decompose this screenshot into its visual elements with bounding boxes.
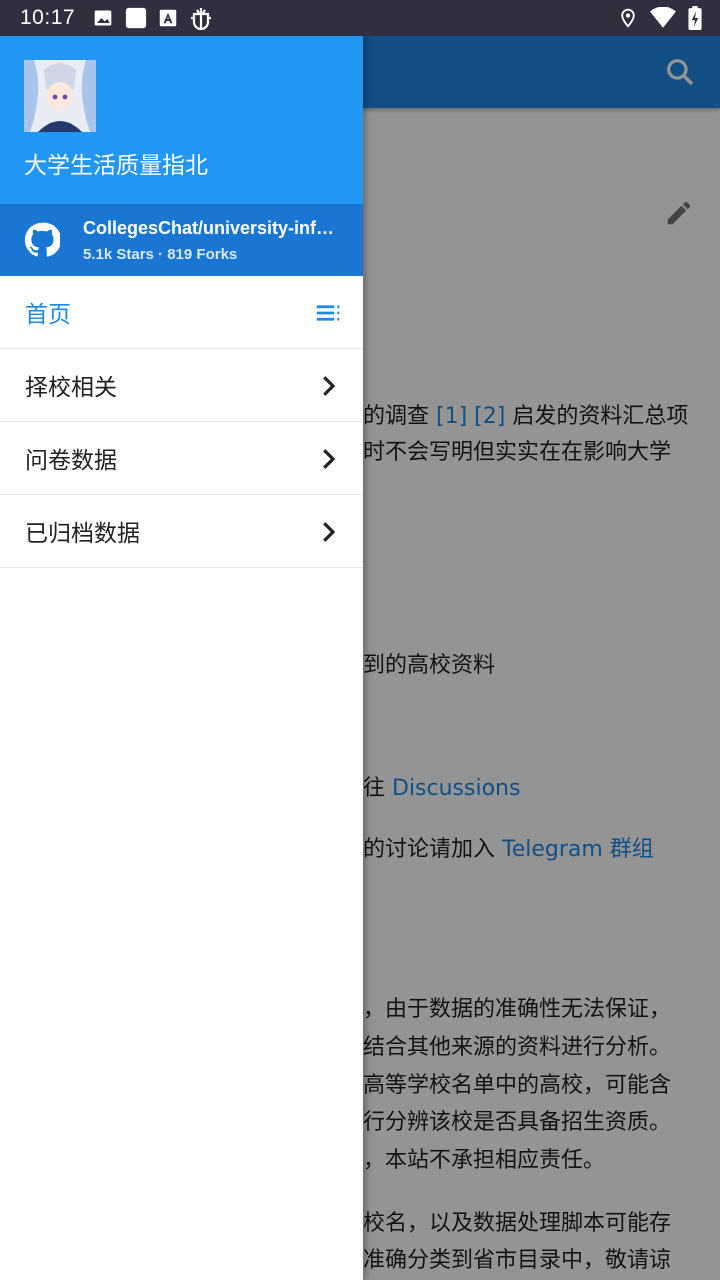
battery-charging-icon — [688, 6, 702, 30]
nav-item-label: 问卷数据 — [25, 448, 117, 474]
site-title: 大学生活质量指北 — [24, 153, 208, 179]
notification-square-icon — [125, 7, 147, 29]
status-notification-icons — [93, 6, 213, 30]
drawer-nav: 首页 择校相关 问卷数据 已归档数据 — [0, 276, 363, 568]
status-system-icons — [618, 6, 702, 30]
nav-item-label: 已归档数据 — [25, 521, 140, 547]
nav-item-home[interactable]: 首页 — [0, 276, 363, 349]
nav-item-archived-data[interactable]: 已归档数据 — [0, 495, 363, 568]
avatar — [24, 60, 96, 132]
wifi-icon — [650, 7, 676, 28]
nav-item-school-selection[interactable]: 择校相关 — [0, 349, 363, 422]
github-icon — [24, 222, 60, 257]
font-icon — [159, 9, 177, 27]
repo-link[interactable]: CollegesChat/university-information 5.1k… — [0, 204, 363, 276]
status-bar: 10:17 — [0, 0, 720, 36]
repo-stats: 5.1k Stars · 819 Forks — [83, 246, 238, 263]
chevron-right-icon — [323, 449, 336, 469]
repo-name: CollegesChat/university-information — [83, 218, 343, 238]
chevron-right-icon — [323, 376, 336, 396]
location-icon — [621, 8, 635, 28]
nav-item-label: 首页 — [25, 302, 71, 328]
avatar-image — [24, 60, 96, 132]
image-icon — [94, 10, 112, 26]
status-time: 10:17 — [20, 6, 76, 29]
drawer-header: 大学生活质量指北 — [0, 36, 363, 204]
toc-list-icon[interactable] — [313, 298, 343, 328]
bug-icon — [191, 8, 212, 30]
nav-item-label: 择校相关 — [25, 375, 117, 401]
navigation-drawer: 大学生活质量指北 CollegesChat/university-informa… — [0, 36, 363, 1280]
nav-item-survey-data[interactable]: 问卷数据 — [0, 422, 363, 495]
chevron-right-icon — [323, 522, 336, 542]
